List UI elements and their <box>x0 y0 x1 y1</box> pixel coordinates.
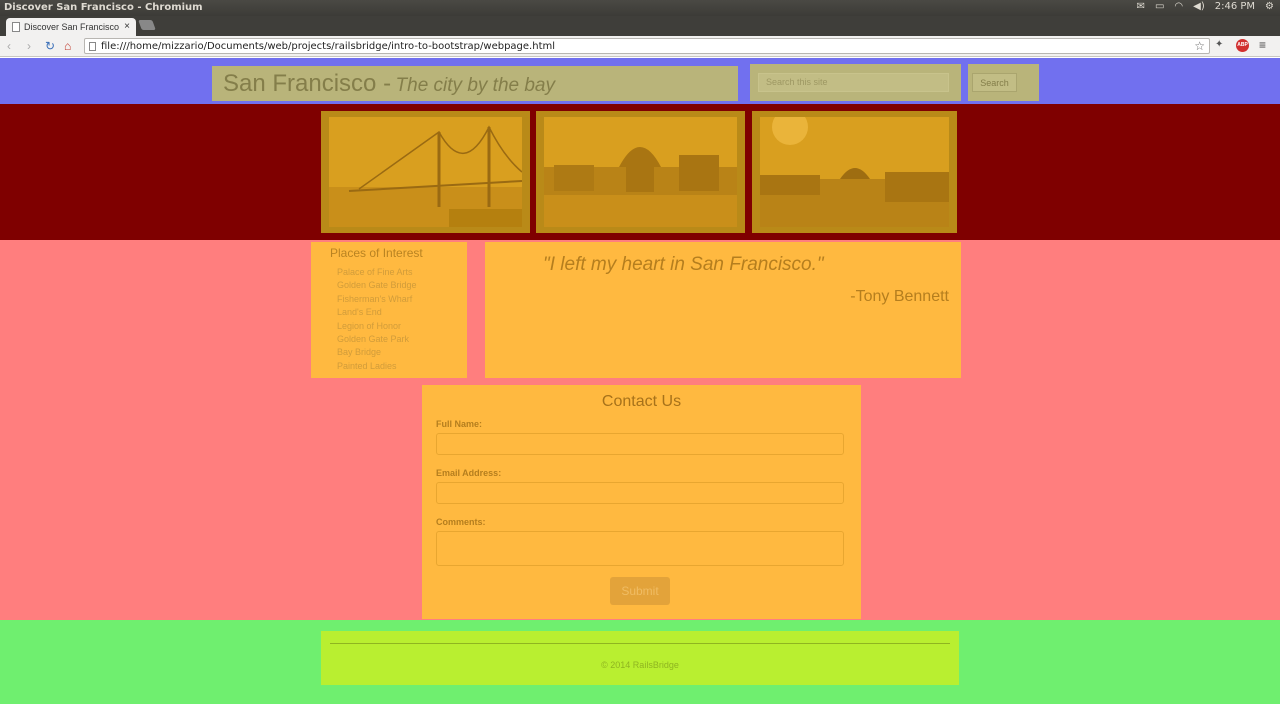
comments-textarea[interactable] <box>436 531 844 566</box>
system-tray: ✉ ▭ ◠ ◀) 2:46 PM ⚙ <box>1137 1 1274 12</box>
quote-panel: "I left my heart in San Francisco." -Ton… <box>485 242 961 378</box>
hero-band <box>0 104 1280 240</box>
wifi-icon[interactable]: ◠ <box>1174 1 1183 12</box>
contact-title: Contact Us <box>601 393 682 410</box>
search-input[interactable]: Search this site <box>758 73 949 92</box>
photo-frame <box>321 111 530 233</box>
web-page: San Francisco - The city by the bay Sear… <box>0 58 1280 704</box>
photo-frame <box>752 111 957 233</box>
place-link[interactable]: Golden Gate Park <box>337 333 467 346</box>
forward-arrow-icon[interactable]: › <box>27 39 31 53</box>
email-field[interactable] <box>436 482 844 504</box>
menu-hamburger-icon[interactable]: ≡ <box>1259 38 1266 52</box>
footer-divider <box>330 643 950 644</box>
place-link[interactable]: Fisherman's Wharf <box>337 293 467 306</box>
window-title: Discover San Francisco - Chromium <box>4 2 203 13</box>
copyright-text: © 2014 RailsBridge <box>601 660 679 670</box>
place-link[interactable]: Golden Gate Bridge <box>337 279 467 292</box>
footer: © 2014 RailsBridge <box>321 631 959 685</box>
palace-illustration <box>544 147 737 227</box>
browser-tab[interactable]: Discover San Francisco × <box>6 18 136 36</box>
reload-icon[interactable]: ↻ <box>45 39 55 53</box>
site-title[interactable]: San Francisco - <box>223 70 391 97</box>
places-title: Places of Interest <box>330 246 423 260</box>
tab-close-icon[interactable]: × <box>124 21 130 32</box>
url-text[interactable]: file:///home/mizzario/Documents/web/proj… <box>101 41 555 52</box>
photo-frame <box>536 111 745 233</box>
email-label: Email Address: <box>436 468 502 478</box>
tab-strip: Discover San Francisco × <box>0 16 1280 36</box>
page-icon <box>12 22 20 32</box>
main-content-band: Places of Interest Palace of Fine Arts G… <box>0 240 1280 620</box>
search-button-wrapper: Search <box>968 64 1039 101</box>
tab-title: Discover San Francisco <box>24 22 120 32</box>
home-icon[interactable]: ⌂ <box>64 39 71 53</box>
submit-button[interactable]: Submit <box>610 577 670 605</box>
full-name-label: Full Name: <box>436 419 483 429</box>
search-button[interactable]: Search <box>972 73 1017 92</box>
adblock-icon[interactable]: ABP <box>1236 39 1249 52</box>
address-bar[interactable]: file:///home/mizzario/Documents/web/proj… <box>84 38 1210 54</box>
brand[interactable]: San Francisco - The city by the bay <box>212 66 738 101</box>
bookmark-star-icon[interactable]: ☆ <box>1194 39 1205 53</box>
footer-band: © 2014 RailsBridge <box>0 620 1280 704</box>
os-top-bar: Discover San Francisco - Chromium ✉ ▭ ◠ … <box>0 0 1280 16</box>
place-link[interactable]: Land's End <box>337 306 467 319</box>
lands-end-photo <box>760 117 949 227</box>
search-form: Search this site <box>750 64 961 101</box>
place-link[interactable]: Legion of Honor <box>337 320 467 333</box>
full-name-field[interactable] <box>436 433 844 455</box>
volume-icon[interactable]: ◀) <box>1193 1 1205 12</box>
clock[interactable]: 2:46 PM <box>1215 1 1255 12</box>
lands-end-illustration <box>760 117 949 227</box>
site-tagline: The city by the bay <box>395 75 555 96</box>
places-of-interest: Places of Interest Palace of Fine Arts G… <box>311 242 467 378</box>
battery-icon[interactable]: ▭ <box>1155 1 1164 12</box>
quote-author: -Tony Bennett <box>850 288 949 305</box>
new-tab-button[interactable] <box>138 20 156 30</box>
back-arrow-icon[interactable]: ‹ <box>7 39 11 53</box>
extension-icon[interactable]: ✦ <box>1215 39 1223 50</box>
page-icon <box>89 42 96 51</box>
header-band: San Francisco - The city by the bay Sear… <box>0 58 1280 104</box>
settings-gear-icon[interactable]: ⚙ <box>1265 1 1274 12</box>
places-list: Palace of Fine Arts Golden Gate Bridge F… <box>330 266 467 373</box>
quote-text: "I left my heart in San Francisco." <box>543 254 824 275</box>
place-link[interactable]: Palace of Fine Arts <box>337 266 467 279</box>
bay-bridge-illustration <box>329 125 522 227</box>
contact-form: Contact Us Full Name: Email Address: Com… <box>422 385 861 619</box>
place-link[interactable]: Bay Bridge <box>337 346 467 359</box>
browser-toolbar: ‹ › ↻ ⌂ file:///home/mizzario/Documents/… <box>0 36 1280 57</box>
place-link[interactable]: Painted Ladies <box>337 360 467 373</box>
comments-label: Comments: <box>436 517 486 527</box>
palace-of-fine-arts-photo <box>544 117 737 227</box>
bay-bridge-photo <box>329 117 522 227</box>
mail-icon[interactable]: ✉ <box>1137 1 1145 12</box>
